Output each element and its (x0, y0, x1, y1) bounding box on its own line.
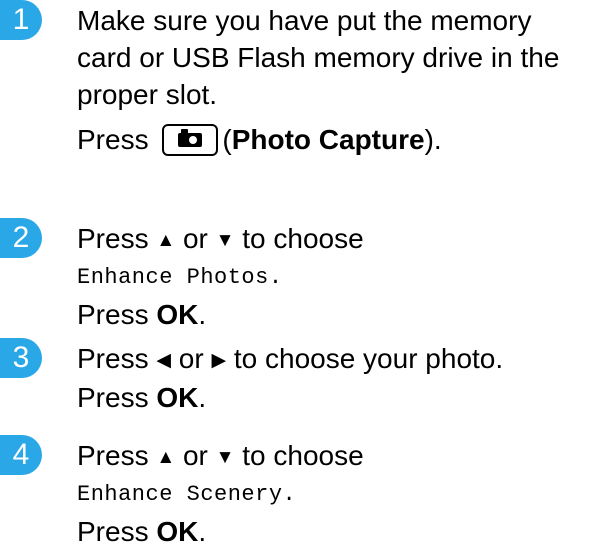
step-number-badge: 4 (0, 435, 42, 475)
or-label: or (182, 223, 208, 254)
ok-key: OK (156, 516, 199, 547)
step-number: 2 (12, 221, 30, 254)
right-arrow-icon: ▶ (211, 350, 227, 371)
step-number-badge: 1 (0, 0, 42, 40)
press-ok-line: Press OK. (77, 513, 600, 550)
up-arrow-icon: ▲ (156, 230, 176, 251)
step-number-badge: 3 (0, 338, 42, 378)
step-number: 1 (12, 3, 30, 36)
period: . (198, 516, 207, 547)
press-label: Press (77, 382, 149, 413)
ok-key: OK (156, 299, 199, 330)
period: . (198, 299, 207, 330)
step-number: 3 (12, 341, 30, 374)
press-label: Press (77, 516, 149, 547)
step-number-badge: 2 (0, 218, 42, 258)
instruction-text: to choose (242, 223, 364, 254)
or-label: or (182, 440, 208, 471)
step-line: proper slot. (77, 79, 218, 110)
press-arrows-line: Press ▲ or ▼ to choose (77, 220, 600, 259)
press-label: Press (77, 343, 149, 374)
step-number: 4 (12, 438, 30, 471)
press-label: Press (77, 299, 149, 330)
step-line: Make sure you have put the memory (77, 5, 532, 36)
period: . (198, 382, 207, 413)
press-arrows-line: Press ▲ or ▼ to choose (77, 437, 600, 476)
press-label: Press (77, 124, 149, 155)
step-line: card or USB Flash memory drive in the (77, 42, 560, 73)
press-photo-capture-line: Press (Photo Capture). (77, 121, 600, 158)
instruction-text: to choose (242, 440, 364, 471)
ok-key: OK (156, 382, 199, 413)
camera-icon (178, 128, 203, 147)
press-label: Press (77, 223, 149, 254)
left-arrow-icon: ◀ (156, 350, 171, 371)
step-text: Press ▲ or ▼ to choose Enhance Photos. P… (77, 220, 600, 333)
step-text: Press ▲ or ▼ to choose Enhance Scenery. … (77, 437, 600, 550)
instruction-text: to choose your photo. (233, 343, 504, 374)
menu-option: Enhance Photos. (77, 265, 283, 290)
photo-capture-button[interactable] (162, 123, 219, 156)
press-label: Press (77, 440, 149, 471)
up-arrow-icon: ▲ (156, 447, 176, 468)
or-label: or (178, 343, 204, 374)
press-ok-line: Press OK. (77, 296, 600, 333)
step-text: Press ◀ or ▶ to choose your photo. Press… (77, 340, 600, 416)
close-paren: ). (424, 124, 442, 155)
down-arrow-icon: ▼ (215, 447, 235, 468)
menu-option: Enhance Scenery. (77, 482, 297, 507)
press-ok-line: Press OK. (77, 379, 600, 416)
photo-capture-label: Photo Capture (231, 124, 425, 155)
down-arrow-icon: ▼ (215, 230, 235, 251)
step-text: Make sure you have put the memory card o… (77, 2, 600, 158)
press-arrows-line: Press ◀ or ▶ to choose your photo. (77, 340, 600, 379)
open-paren: ( (222, 124, 232, 155)
